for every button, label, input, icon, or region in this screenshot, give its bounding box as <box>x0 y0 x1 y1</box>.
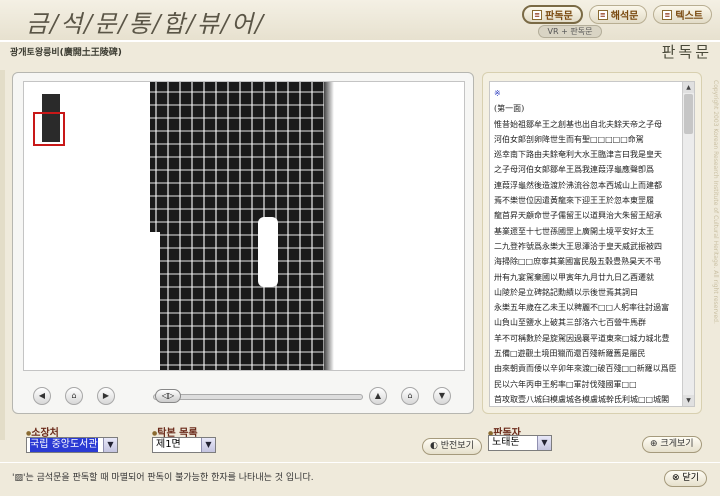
transcription-line: 基業遝至十七世孫國罡上廣開土境平安好太王 <box>494 226 654 236</box>
scroll-up-icon[interactable]: ▲ <box>369 387 387 405</box>
transcription-panel: ※ (第一面) 惟昔始祖鄒牟王之創基也出自北夫餘天帝之子母 河伯女郞剖卵降世生而有聖□… <box>482 72 702 414</box>
transcription-line: 海掃除□□庶寧其業國富民殷五穀豊熟昊天不弔 <box>494 257 662 267</box>
scroll-up-icon[interactable]: ▲ <box>683 82 694 93</box>
app-title: 금/석/문/통/합/뷰/어/ <box>26 10 266 38</box>
prev-icon[interactable]: ◀ <box>33 387 51 405</box>
close-button[interactable]: ⊗ 닫기 <box>664 470 707 487</box>
left-stripe <box>0 70 5 440</box>
viewport-frame[interactable] <box>33 112 65 146</box>
header-divider <box>0 40 720 42</box>
transcription-line: 山負山至鹽水上破其三部洛六七百營牛馬群 <box>494 318 646 328</box>
vr-transcription-badge[interactable]: VR + 판독문 <box>538 25 602 38</box>
next-icon[interactable]: ▶ <box>97 387 115 405</box>
transcription-line: (第一面) <box>494 104 525 114</box>
copyright-notice: Copyright 2003 Korean Research Institute… <box>712 80 719 324</box>
close-icon: ⊗ <box>672 473 680 483</box>
enlarge-button[interactable]: ⊕ 크게보기 <box>642 436 702 453</box>
scrollbar-thumb[interactable] <box>684 94 693 134</box>
tab-transcription-label: 판독문 <box>545 11 573 22</box>
scroll-down-icon[interactable]: ▼ <box>433 387 451 405</box>
transcription-line: 由來朝貢而倭以辛卯年來渡□破百殘□□新羅以爲臣 <box>494 364 677 374</box>
home-icon[interactable]: ⌂ <box>65 387 83 405</box>
legend-note: '▨'는 금석문을 판독할 때 마멸되어 판독이 불가능한 한자를 나타내는 것… <box>12 473 314 483</box>
zoom-icon: ⊕ <box>650 439 658 449</box>
footer-divider <box>0 462 720 463</box>
transcription-line: 首攻取壹八城臼模盧城各模盧城幹氐利城□□城閣 <box>494 394 670 404</box>
invert-icon: ◐ <box>430 441 438 451</box>
transcription-line: 巡幸南下路由夫餘奄利大水王臨津言曰我是皇天 <box>494 150 662 160</box>
header-bar: 금/석/문/통/합/뷰/어/ ≡ 판독문 ≡ 해석문 ≡ 텍스트 VR + 판독… <box>0 0 720 40</box>
chevron-down-icon[interactable]: ▼ <box>103 438 117 452</box>
chevron-down-icon[interactable]: ▼ <box>537 436 551 450</box>
mode-title: 판독문 <box>661 43 712 61</box>
zoom-slider-track[interactable] <box>153 394 363 400</box>
rubbing-select[interactable]: 제1면 ▼ <box>152 437 216 453</box>
transcription-line: 連葭浮龜然後造渡於沸流谷忽本西城山上而建都 <box>494 180 662 190</box>
tab-transcription[interactable]: ≡ 판독문 <box>522 5 583 24</box>
chevron-down-icon[interactable]: ▼ <box>201 438 215 452</box>
tab-interpretation[interactable]: ≡ 해석문 <box>588 5 648 24</box>
tab-interpretation-label: 해석문 <box>610 11 639 22</box>
zoom-slider-thumb[interactable]: ◁▷ <box>155 389 181 403</box>
reader-value: 노태돈 <box>492 437 520 448</box>
invert-view-label: 반전보기 <box>440 441 474 451</box>
invert-view-button[interactable]: ◐ 반전보기 <box>422 438 482 455</box>
transcription-line: 河伯女郞剖卵降世生而有聖□□□□□命駕 <box>494 134 644 144</box>
transcription-line: 惟昔始祖鄒牟王之創基也出自北夫餘天帝之子母 <box>494 119 662 129</box>
enlarge-label: 크게보기 <box>660 439 694 449</box>
transcription-text: ※ (第一面) 惟昔始祖鄒牟王之創基也出自北夫餘天帝之子母 河伯女郞剖卵降世生而有聖□… <box>494 86 680 406</box>
transcription-text-box[interactable]: ※ (第一面) 惟昔始祖鄒牟王之創基也出自北夫餘天帝之子母 河伯女郞剖卵降世生而有聖□… <box>489 81 695 407</box>
rubbing-edge <box>324 82 334 370</box>
transcription-line: 之子母河伯女郞鄒牟王爲我連葭浮龜應聲卽爲 <box>494 165 654 175</box>
transcription-line: 龍首昇天顧命世子儒留王以道興治大朱留王紹承 <box>494 211 662 221</box>
navigator-thumbnail[interactable] <box>30 88 86 168</box>
document-icon: ≡ <box>597 9 608 20</box>
transcription-line: 二九登祚號爲永樂大王恩澤洽于皇天威武振被四 <box>494 241 662 251</box>
transcription-line: ※ <box>494 89 501 98</box>
transcription-line: 焉不樂世位因遣黃龍來下迎王王於忽本東罡履 <box>494 196 654 206</box>
home-icon[interactable]: ⌂ <box>401 387 419 405</box>
tab-text[interactable]: ≡ 텍스트 <box>653 5 712 24</box>
document-icon: ≡ <box>662 9 673 20</box>
tab-text-label: 텍스트 <box>675 11 703 22</box>
rubbing-value: 제1면 <box>156 439 181 450</box>
collection-value: 국립 중앙도서관 <box>30 438 98 452</box>
top-tab-bar: ≡ 판독문 ≡ 해석문 ≡ 텍스트 <box>522 5 712 24</box>
transcription-line: 羊不可稱數於是旋駕因過襄平道東來□城力城北豊 <box>494 333 670 343</box>
image-viewer-panel: ◀ ⌂ ▶ ◁▷ ▲ ⌂ ▼ <box>12 72 474 414</box>
rubbing-damage-area <box>258 217 278 287</box>
transcription-line: 民以六年丙申王躬率□軍討伐殘國軍□□ <box>494 379 637 389</box>
transcription-line: 五備□遊觀土境田獵而還百殘新羅舊是屬民 <box>494 349 646 359</box>
collection-select[interactable]: 국립 중앙도서관 ▼ <box>26 437 118 453</box>
text-scrollbar[interactable]: ▲ ▼ <box>682 82 694 406</box>
rubbing-image-view[interactable] <box>23 81 465 371</box>
transcription-line: 永樂五年歲在乙未王以稗麗不□□人躬率往討過富 <box>494 303 670 313</box>
reader-select[interactable]: 노태돈 ▼ <box>488 435 552 451</box>
rubbing-image <box>150 82 326 370</box>
scroll-down-icon[interactable]: ▼ <box>683 395 694 406</box>
rubbing-damage-area <box>150 232 160 370</box>
monument-title: 광개토왕릉비(廣開土王陵碑) <box>10 48 122 58</box>
transcription-line: 卅有九宴駕棄國以甲寅年九月廿九日乙酉遷就 <box>494 272 654 282</box>
transcription-line: 山陵於是立碑銘記勳績以示後世焉其詞曰 <box>494 287 638 297</box>
document-icon: ≡ <box>532 9 543 20</box>
close-label: 닫기 <box>682 473 699 483</box>
